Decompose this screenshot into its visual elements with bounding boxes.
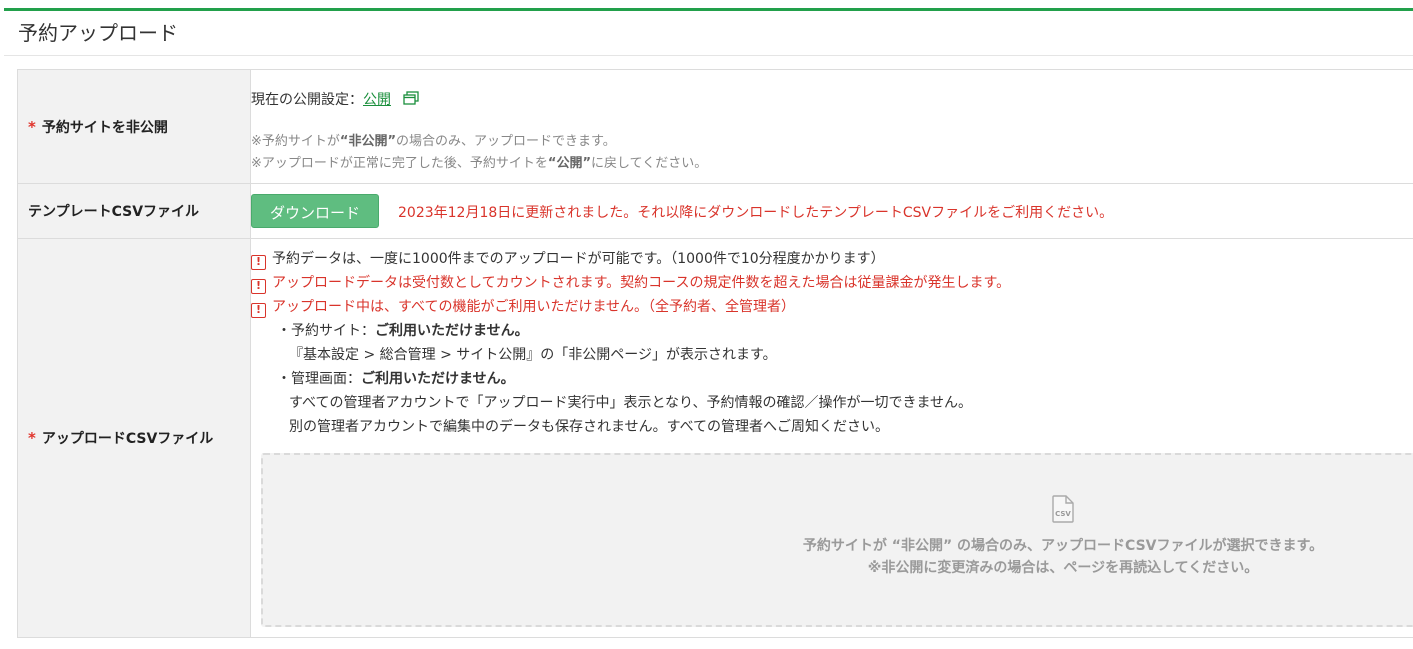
- page: 予約アップロード * 予約サイトを非公開 現在の公開設定：公開 ※予約サイトが“…: [0, 0, 1413, 649]
- note2-pre: ※アップロードが正常に完了した後、予約サイトを: [251, 156, 548, 171]
- csv-dropzone[interactable]: CSV 予約サイトが “非公開” の場合のみ、アップロードCSVファイルが選択で…: [261, 453, 1413, 627]
- note1-pre: ※予約サイトが: [251, 134, 340, 149]
- required-mark: *: [28, 429, 36, 447]
- template-label-cell: テンプレートCSVファイル: [18, 184, 251, 238]
- current-setting-prefix: 現在の公開設定：: [251, 92, 363, 108]
- upload-label: アップロードCSVファイル: [41, 431, 214, 447]
- note1-bold: “非公開”: [339, 134, 396, 149]
- site-detail-line: 『基本設定 > 総合管理 > サイト公開』の「非公開ページ」が表示されます。: [289, 347, 777, 363]
- upload-panel: 予約アップロード * 予約サイトを非公開 現在の公開設定：公開 ※予約サイトが“…: [4, 8, 1413, 649]
- publish-label-cell: * 予約サイトを非公開: [18, 70, 251, 183]
- upload-value-cell: ! 予約データは、一度に1000件までのアップロードが可能です。（1000件で10…: [251, 239, 1413, 637]
- upload-label-cell: * アップロードCSVファイル: [18, 239, 251, 637]
- note2-post: に戻してください。: [591, 156, 708, 171]
- template-label: テンプレートCSVファイル: [28, 204, 200, 220]
- notice-billing-text: アップロードデータは受付数としてカウントされます。契約コースの規定件数を超えた場…: [272, 275, 1011, 291]
- publish-note-1: ※予約サイトが“非公開”の場合のみ、アップロードできます。: [251, 130, 616, 149]
- notice-unavailable: ! アップロード中は、すべての機能がご利用いただけません。（全予約者、全管理者）: [251, 295, 1010, 319]
- dropzone-message-1: 予約サイトが “非公開” の場合のみ、アップロードCSVファイルが選択できます。: [802, 538, 1324, 554]
- template-row: テンプレートCSVファイル ダウンロード 2023年12月18日に更新されました…: [18, 184, 1413, 239]
- download-button[interactable]: ダウンロード: [251, 194, 379, 228]
- warning-icon: !: [251, 279, 266, 294]
- publish-value-cell: 現在の公開設定：公開 ※予約サイトが“非公開”の場合のみ、アップロードできます。: [251, 70, 1413, 183]
- admin-detail-line-1: すべての管理者アカウントで「アップロード実行中」表示となり、予約情報の確認／操作…: [289, 395, 973, 411]
- template-update-message: 2023年12月18日に更新されました。それ以降にダウンロードしたテンプレートC…: [398, 205, 1114, 221]
- admin-status-line: ・管理画面：ご利用いただけません。: [251, 367, 1010, 391]
- publish-note-2: ※アップロードが正常に完了した後、予約サイトを“公開”に戻してください。: [251, 152, 707, 171]
- notice-limit-text: 予約データは、一度に1000件までのアップロードが可能です。（1000件で10分…: [272, 251, 885, 267]
- admin-detail-line-2: 別の管理者アカウントで編集中のデータも保存されません。すべての管理者へご周知くだ…: [289, 419, 890, 435]
- csv-icon-label: CSV: [1055, 510, 1071, 518]
- site-bold: ご利用いただけません。: [375, 323, 529, 339]
- warning-icon: !: [251, 255, 266, 270]
- current-setting-line: 現在の公開設定：公開: [251, 89, 420, 109]
- warning-icon: !: [251, 303, 266, 318]
- notice-billing: ! アップロードデータは受付数としてカウントされます。契約コースの規定件数を超えた…: [251, 271, 1010, 295]
- current-setting-link[interactable]: 公開: [363, 92, 391, 108]
- dropzone-message-2: ※非公開に変更済みの場合は、ページを再読込してください。: [867, 560, 1259, 576]
- upload-row: * アップロードCSVファイル ! 予約データは、一度に1000件までのアップロー…: [18, 239, 1413, 637]
- page-title: 予約アップロード: [4, 11, 1413, 56]
- notice-limit: ! 予約データは、一度に1000件までのアップロードが可能です。（1000件で10…: [251, 247, 1010, 271]
- upload-notices: ! 予約データは、一度に1000件までのアップロードが可能です。（1000件で10…: [251, 247, 1010, 439]
- publish-label: 予約サイトを非公開: [41, 119, 168, 136]
- template-value-cell: ダウンロード 2023年12月18日に更新されました。それ以降にダウンロードした…: [251, 184, 1413, 238]
- admin-bold: ご利用いただけません。: [361, 371, 515, 387]
- form-table: * 予約サイトを非公開 現在の公開設定：公開 ※予約サイトが“非公開”の場合のみ…: [17, 69, 1413, 638]
- site-prefix: ・予約サイト：: [277, 323, 375, 339]
- note1-post: の場合のみ、アップロードできます。: [396, 134, 616, 149]
- dropzone-content: CSV 予約サイトが “非公開” の場合のみ、アップロードCSVファイルが選択で…: [743, 495, 1383, 579]
- admin-prefix: ・管理画面：: [277, 371, 361, 387]
- csv-file-icon: CSV: [743, 495, 1383, 527]
- note2-bold: “公開”: [547, 156, 591, 171]
- notice-unavailable-text: アップロード中は、すべての機能がご利用いただけません。（全予約者、全管理者）: [272, 299, 796, 315]
- publish-row: * 予約サイトを非公開 現在の公開設定：公開 ※予約サイトが“非公開”の場合のみ…: [18, 70, 1413, 184]
- open-window-icon[interactable]: [403, 91, 420, 109]
- required-mark: *: [28, 117, 36, 136]
- site-status-line: ・予約サイト：ご利用いただけません。: [251, 319, 1010, 343]
